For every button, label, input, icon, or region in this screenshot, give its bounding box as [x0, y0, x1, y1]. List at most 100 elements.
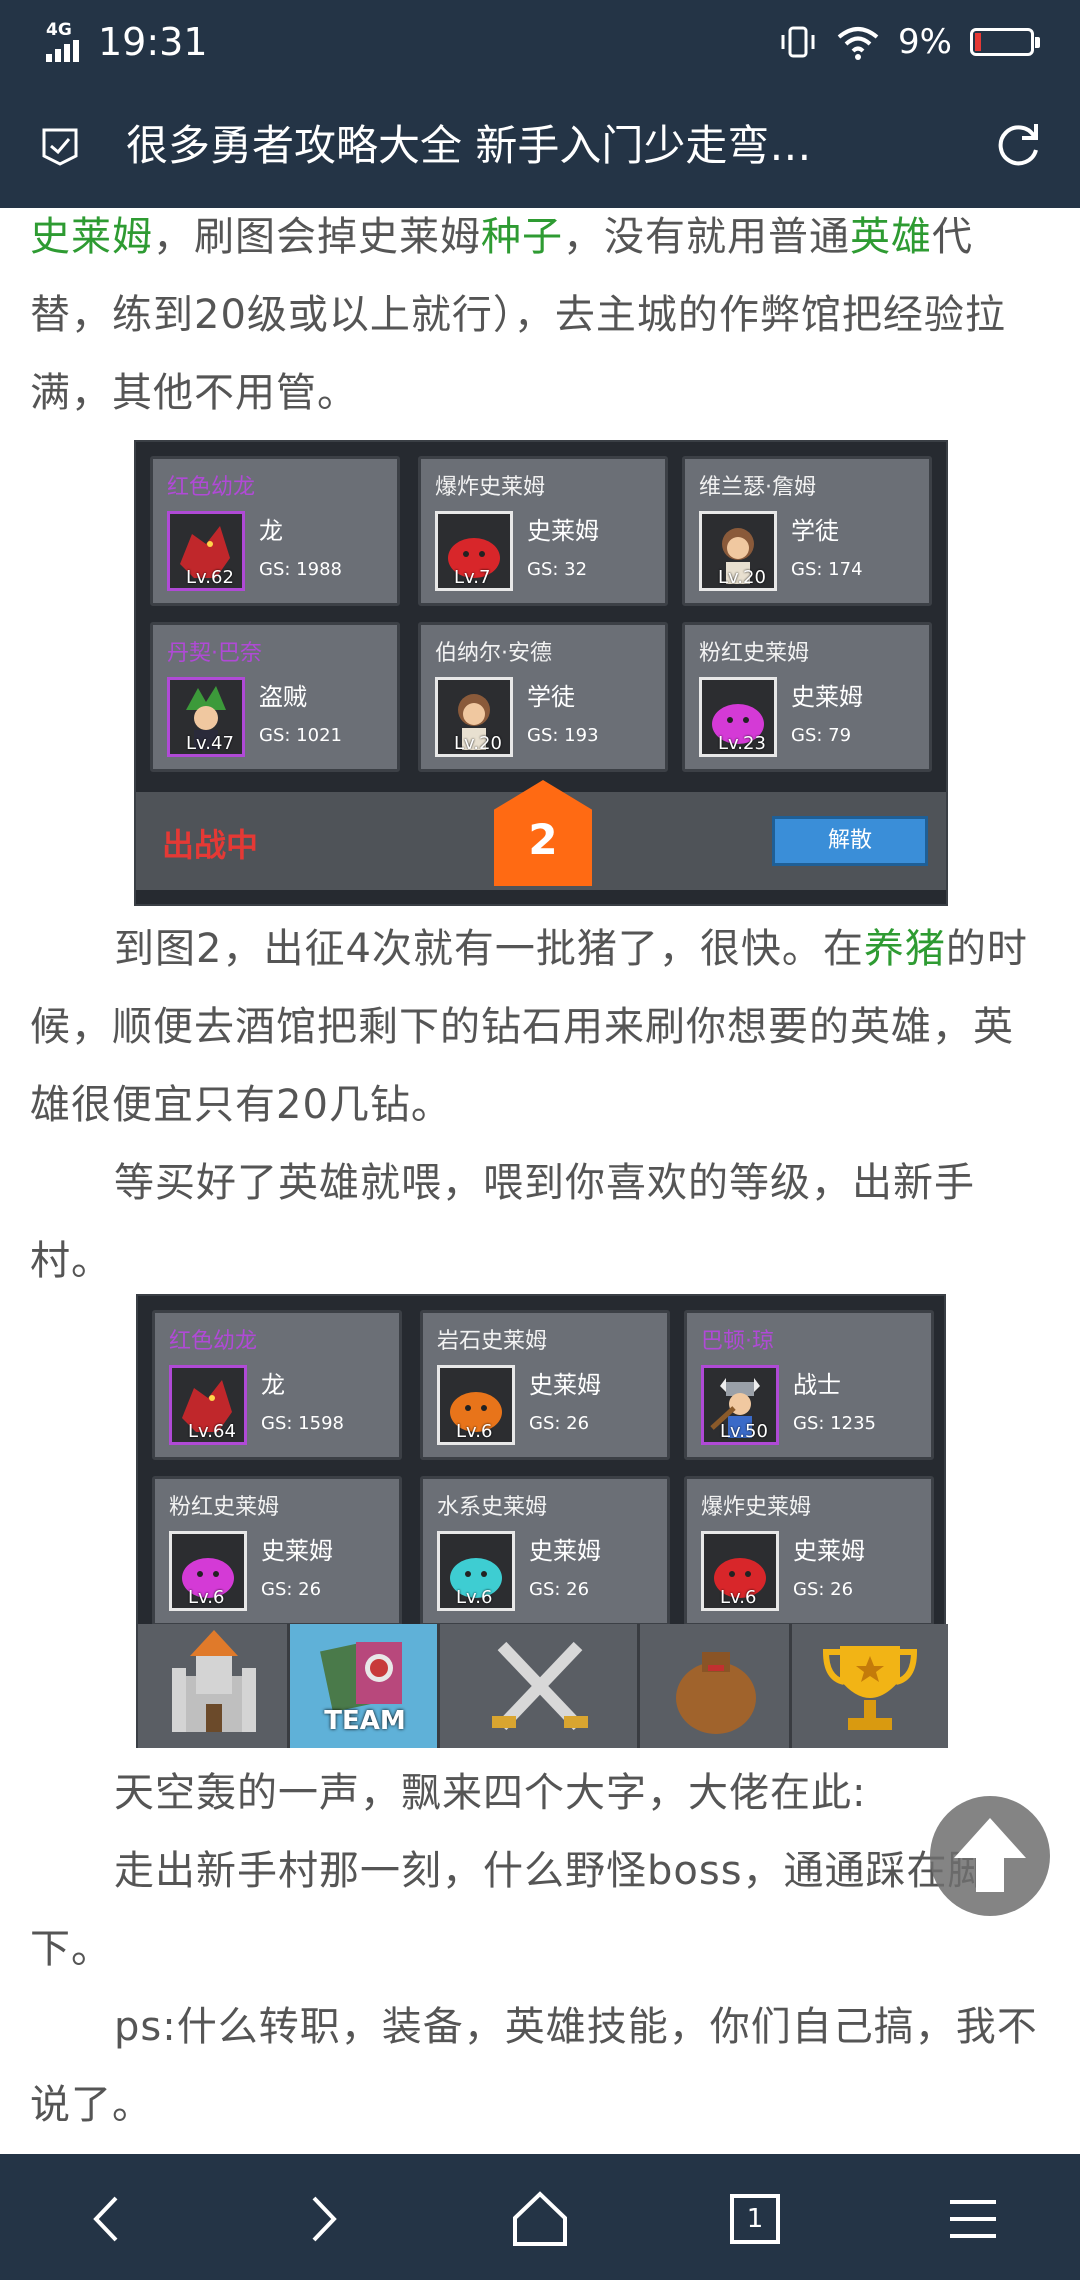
game-screenshot-team: 红色幼龙 Lv.62 龙 GS: 1988 爆炸史莱姆 Lv.7 史莱姆 GS: 32 维兰瑟·… [134, 440, 948, 906]
bookmark-check-icon[interactable] [40, 126, 80, 166]
vibrate-icon [781, 26, 815, 58]
hero-portrait: Lv.62 [167, 511, 245, 591]
hero-class: 学徒 [791, 517, 839, 545]
hero-class: 史莱姆 [529, 1537, 601, 1565]
hero-level: Lv.7 [454, 567, 491, 588]
signal-icon: 4G [44, 20, 84, 64]
menu-icon[interactable] [938, 2184, 1008, 2254]
disband-button: 解散 [772, 816, 928, 866]
hero-class: 史莱姆 [793, 1537, 865, 1565]
hero-level: Lv.50 [720, 1421, 768, 1442]
scroll-top-button[interactable] [930, 1796, 1050, 1916]
hero-class: 学徒 [527, 683, 575, 711]
hero-card: 红色幼龙 Lv.64 龙 GS: 1598 [152, 1310, 402, 1460]
hero-card: 爆炸史莱姆 Lv.7 史莱姆 GS: 32 [418, 456, 668, 606]
team-label: TEAM [324, 1706, 406, 1736]
hero-class: 盗贼 [259, 683, 307, 711]
hero-level: Lv.20 [454, 733, 502, 754]
hero-portrait: Lv.20 [435, 677, 513, 757]
hero-gear-score: GS: 174 [791, 559, 863, 580]
hero-level: Lv.20 [718, 567, 766, 588]
money-bag-icon [640, 1624, 792, 1748]
hero-name: 丹契·巴奈 [167, 641, 262, 666]
hero-portrait: Lv.50 [701, 1365, 779, 1445]
hero-card: 伯纳尔·安德 Lv.20 学徒 GS: 193 [418, 622, 668, 772]
article-content: 史莱姆，刷图会掉史莱姆种子，没有就用普通英雄代替，练到20级或以上就行），去主城… [0, 208, 1080, 2154]
hero-gear-score: GS: 79 [791, 725, 852, 746]
home-icon[interactable] [505, 2184, 575, 2254]
hero-portrait: Lv.6 [701, 1531, 779, 1611]
hero-card: 粉红史莱姆 Lv.23 史莱姆 GS: 79 [682, 622, 932, 772]
hero-card: 水系史莱姆 Lv.6 史莱姆 GS: 26 [420, 1476, 670, 1626]
status-bar: 4G 19:31 9% [0, 0, 1080, 84]
hero-level: Lv.47 [186, 733, 234, 754]
hero-gear-score: GS: 1598 [261, 1413, 344, 1434]
bottom-navigation: 1 [0, 2154, 1080, 2280]
hero-card: 红色幼龙 Lv.62 龙 GS: 1988 [150, 456, 400, 606]
hero-class: 龙 [261, 1371, 285, 1399]
hero-name: 岩石史莱姆 [437, 1329, 548, 1354]
hero-name: 爆炸史莱姆 [701, 1495, 812, 1520]
tabs-button[interactable]: 1 [720, 2184, 790, 2254]
hero-level: Lv.6 [188, 1587, 225, 1608]
hero-name: 红色幼龙 [167, 475, 256, 500]
hero-card: 岩石史莱姆 Lv.6 史莱姆 GS: 26 [420, 1310, 670, 1460]
hero-name: 水系史莱姆 [437, 1495, 548, 1520]
hero-level: Lv.23 [718, 733, 766, 754]
paragraph: 等买好了英雄就喂，喂到你喜欢的等级，出新手村。 [30, 1160, 975, 1284]
game-screenshot-team-menu: 红色幼龙 Lv.64 龙 GS: 1598 岩石史莱姆 Lv.6 史莱姆 GS: 26 巴顿·琼… [136, 1294, 948, 1748]
tab-count: 1 [746, 2204, 764, 2234]
hero-name: 伯纳尔·安德 [435, 641, 552, 666]
hero-gear-score: GS: 32 [527, 559, 588, 580]
hero-portrait: Lv.47 [167, 677, 245, 757]
hero-level: Lv.6 [720, 1587, 757, 1608]
hero-name: 维兰瑟·詹姆 [699, 475, 816, 500]
hero-card: 巴顿·琼 Lv.50 战士 GS: 1235 [684, 1310, 934, 1460]
paragraph: 天空轰的一声，飘来四个大字，大佬在此: [114, 1770, 867, 1816]
hero-gear-score: GS: 26 [261, 1579, 322, 1600]
hero-name: 粉红史莱姆 [699, 641, 810, 666]
hero-level: Lv.6 [456, 1587, 493, 1608]
trophy-icon [792, 1624, 948, 1748]
page-title: 很多勇者攻略大全 新手入门少走弯… [126, 121, 812, 170]
hero-name: 红色幼龙 [169, 1329, 258, 1354]
paragraph: 到图2，出征4次就有一批猪了，很快。在养猪的时候，顺便去酒馆把剩下的钻石用来刷你… [30, 926, 1028, 1128]
hero-gear-score: GS: 26 [529, 1413, 590, 1434]
hero-name: 粉红史莱姆 [169, 1495, 280, 1520]
team-number-badge: 2 [494, 780, 592, 886]
forward-icon[interactable] [288, 2184, 358, 2254]
hero-portrait: Lv.23 [699, 677, 777, 757]
hero-portrait: Lv.6 [169, 1531, 247, 1611]
hero-card: 粉红史莱姆 Lv.6 史莱姆 GS: 26 [152, 1476, 402, 1626]
paragraph: 史莱姆，刷图会掉史莱姆种子，没有就用普通英雄代替，练到20级或以上就行），去主城… [30, 214, 1006, 416]
crossed-swords-icon [440, 1624, 640, 1748]
hero-gear-score: GS: 1988 [259, 559, 342, 580]
hero-card: 维兰瑟·詹姆 Lv.20 学徒 GS: 174 [682, 456, 932, 606]
hero-gear-score: GS: 1021 [259, 725, 342, 746]
hero-class: 龙 [259, 517, 283, 545]
hero-gear-score: GS: 26 [529, 1579, 590, 1600]
hero-portrait: Lv.6 [437, 1531, 515, 1611]
battery-icon [970, 28, 1040, 56]
hero-level: Lv.62 [186, 567, 234, 588]
castle-icon [138, 1624, 290, 1748]
hero-gear-score: GS: 193 [527, 725, 599, 746]
game-tab-bar: TEAM [138, 1624, 948, 1748]
hero-card: 丹契·巴奈 Lv.47 盗贼 GS: 1021 [150, 622, 400, 772]
refresh-icon[interactable] [992, 120, 1044, 172]
hero-class: 史莱姆 [529, 1371, 601, 1399]
hero-portrait: Lv.6 [437, 1365, 515, 1445]
hero-portrait: Lv.20 [699, 511, 777, 591]
arrow-up-icon [954, 1818, 1026, 1892]
battle-status: 出战中 [162, 826, 259, 864]
wifi-icon [837, 27, 879, 60]
hero-gear-score: GS: 1235 [793, 1413, 876, 1434]
hero-level: Lv.6 [456, 1421, 493, 1442]
hero-class: 史莱姆 [791, 683, 863, 711]
hero-class: 史莱姆 [527, 517, 599, 545]
browser-header: 很多勇者攻略大全 新手入门少走弯… [0, 84, 1080, 208]
team-status-row: 出战中 2 解散 [136, 780, 946, 890]
paragraph: 走出新手村那一刻，什么野怪boss，通通踩在脚下。 [30, 1848, 989, 1972]
hero-name: 爆炸史莱姆 [435, 475, 546, 500]
back-icon[interactable] [72, 2184, 142, 2254]
